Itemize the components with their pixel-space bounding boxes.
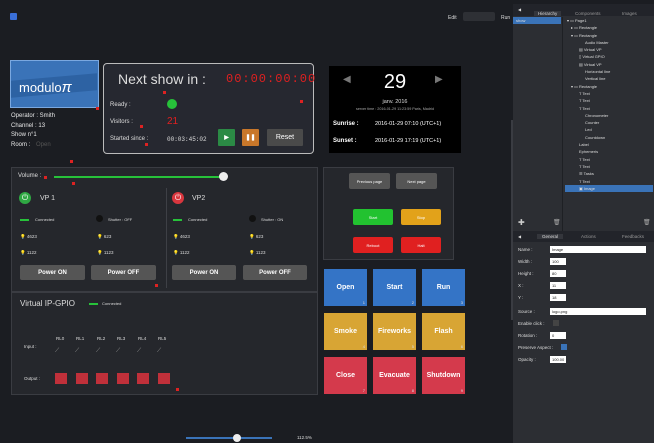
app-icon[interactable] — [10, 13, 17, 20]
start-button[interactable]: Start — [353, 209, 393, 225]
name-field[interactable]: Image — [550, 245, 646, 253]
next-show-panel: Next show in : 00:00:00:00 Ready : Visit… — [103, 63, 317, 154]
zoom-handle[interactable] — [233, 434, 241, 442]
shutdown-tile[interactable]: Shutdown 9 — [422, 357, 465, 394]
halt-button[interactable]: Halt — [401, 237, 441, 253]
countdown: 00:00:00:00 — [226, 72, 317, 86]
close-tile[interactable]: Close 7 — [324, 357, 367, 394]
tab-images[interactable]: Images — [622, 11, 637, 16]
next-page-button[interactable]: Next page — [396, 173, 437, 189]
chronometer: 00:03:45:02 — [167, 136, 207, 143]
tab-hierarchy[interactable]: Hierarchy — [534, 11, 562, 16]
vp1-title: VP 1 — [40, 195, 56, 202]
hierarchy-tree[interactable]: ▾ ▭ Page1 ▸ ▭ Rectangle ▾ ▭ Rectangle Au… — [565, 17, 653, 193]
vp-divider — [166, 188, 167, 288]
volume-label: Volume : — [18, 173, 42, 179]
sunset-time: 2016-01-29 17:19 (UTC+1) — [375, 138, 442, 144]
zoom-level: 112.5% — [297, 435, 312, 440]
vp2-power-on-button[interactable]: Power ON — [172, 265, 236, 280]
volume-slider[interactable] — [54, 176, 224, 178]
stop-button[interactable]: Stop — [401, 209, 441, 225]
flash-tile[interactable]: Flash 6 — [422, 313, 465, 350]
vp2-title: VP2 — [192, 195, 206, 202]
tab-feedbacks[interactable]: Feedbacks — [622, 234, 644, 239]
vp1-power-icon: ⏻ — [19, 192, 31, 204]
gpio-title: Virtual IP-GPIO — [20, 299, 75, 308]
gpio-panel: Virtual IP-GPIO Connected Input : Output… — [11, 292, 318, 395]
height-field[interactable]: 80 — [550, 269, 566, 277]
zoom-slider[interactable] — [186, 437, 272, 439]
output-switch-3[interactable] — [117, 373, 129, 384]
operator-info: Operator : Smith Channel : 13 Show n°1 R… — [11, 113, 56, 148]
run-label[interactable]: Run — [501, 15, 510, 21]
next-show-title: Next show in : — [118, 71, 206, 87]
panel-nav-left[interactable]: ◀ — [518, 7, 521, 12]
logo: moduloπ — [10, 60, 99, 108]
day-number: 29 — [383, 71, 407, 93]
ready-led — [167, 99, 177, 109]
output-switch-0[interactable] — [55, 373, 67, 384]
pause-button[interactable]: ❚❚ — [242, 129, 259, 146]
sunrise-time: 2016-01-29 07:10 (UTC+1) — [375, 121, 442, 127]
y-field[interactable]: 18 — [550, 293, 566, 301]
ephemeris-panel: ◀ ▶ 29 janv. 2016 server time : 2016-01-… — [329, 66, 461, 153]
tab-general[interactable]: General — [537, 234, 564, 239]
tab-actions[interactable]: Actions — [581, 234, 596, 239]
fireworks-tile[interactable]: Fireworks 5 — [373, 313, 416, 350]
edit-label[interactable]: Edit — [448, 15, 457, 21]
width-field[interactable]: 100 — [550, 257, 566, 265]
output-switch-4[interactable] — [137, 373, 149, 384]
show-item[interactable]: show — [513, 17, 561, 24]
delete-page-icon[interactable]: 🗑 — [643, 219, 651, 226]
delete-item-icon[interactable]: 🗑 — [553, 219, 561, 226]
play-button[interactable]: ▶ — [218, 129, 235, 146]
vp1-power-off-button[interactable]: Power OFF — [91, 265, 156, 280]
output-switch-5[interactable] — [158, 373, 170, 384]
preserve-aspect-checkbox[interactable] — [561, 344, 567, 350]
run-tile[interactable]: Run 3 — [422, 269, 465, 306]
tab-components[interactable]: Components — [575, 11, 601, 16]
evacuate-tile[interactable]: Evacuate 8 — [373, 357, 416, 394]
enable-click-checkbox[interactable] — [553, 320, 559, 326]
vp1-power-on-button[interactable]: Power ON — [20, 265, 85, 280]
previous-page-button[interactable]: Previous page — [349, 173, 390, 189]
vp-panel: Volume : ⏻ VP 1 Connected Shutter : OFF … — [11, 167, 318, 292]
vp2-power-icon: ⏻ — [172, 192, 184, 204]
panel-nav-left[interactable]: ◀ — [518, 234, 521, 239]
add-item-button[interactable]: ✚ — [518, 218, 525, 227]
output-switch-1[interactable] — [76, 373, 88, 384]
vp2-power-off-button[interactable]: Power OFF — [243, 265, 307, 280]
reset-button[interactable]: Reset — [267, 129, 303, 146]
source-field[interactable]: logo.png — [550, 307, 646, 315]
shutter-icon — [96, 215, 103, 222]
rotation-field[interactable]: 0 — [550, 331, 566, 339]
output-switch-2[interactable] — [96, 373, 108, 384]
page-controls-panel: Previous page Next page Start Stop Reboo… — [323, 167, 454, 260]
opacity-field[interactable]: 100.00 — [550, 355, 566, 363]
hierarchy-divider — [562, 17, 563, 240]
shutter-icon — [249, 215, 256, 222]
server-time: server time : 2016-01-29 11:23:59 Paris,… — [355, 107, 435, 111]
edit-run-toggle[interactable] — [463, 12, 495, 21]
open-tile[interactable]: Open 1 — [324, 269, 367, 306]
smoke-tile[interactable]: Smoke 4 — [324, 313, 367, 350]
x-field[interactable]: 11 — [550, 281, 566, 289]
hierarchy-panel: ◀ Hierarchy Components Images show ▾ ▭ P… — [513, 4, 654, 240]
reboot-button[interactable]: Reboot — [353, 237, 393, 253]
month: janv. 2016 — [382, 99, 408, 105]
volume-handle[interactable] — [219, 172, 228, 181]
visitor-counter: 21 — [167, 116, 179, 127]
start-tile[interactable]: Start 2 — [373, 269, 416, 306]
